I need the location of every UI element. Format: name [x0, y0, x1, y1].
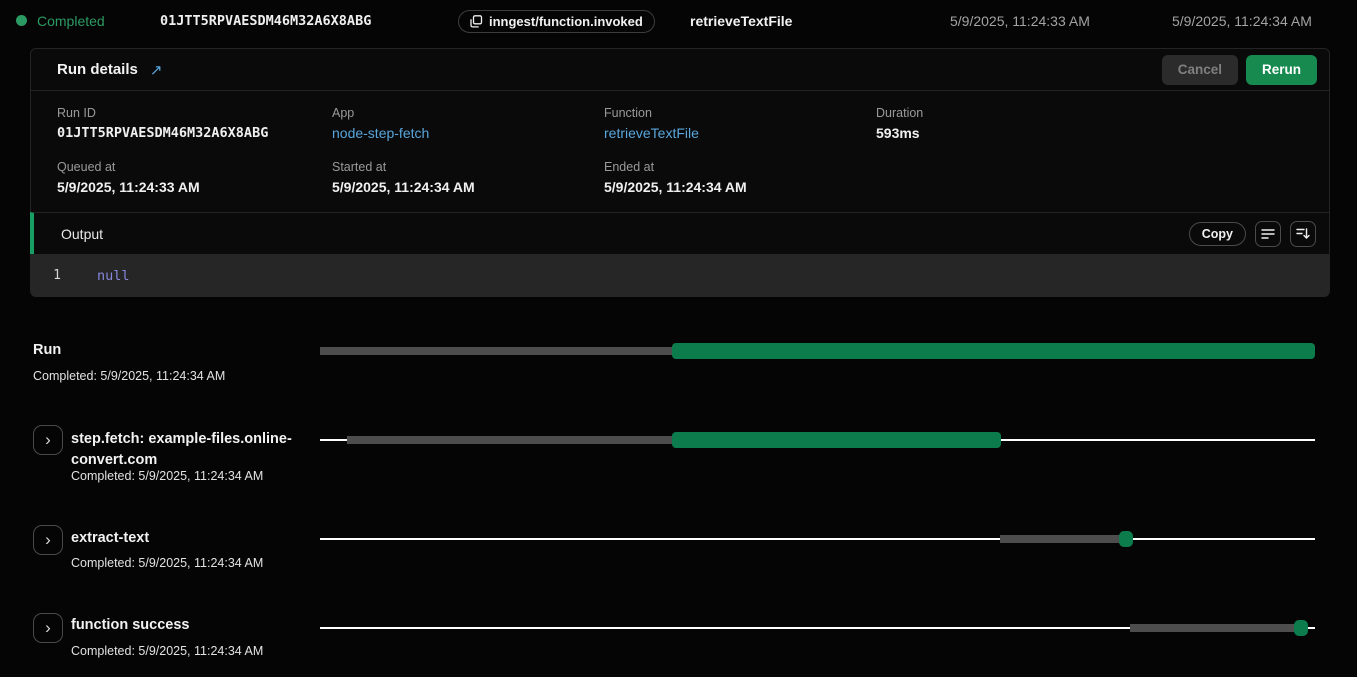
field-queued-at: Queued at 5/9/2025, 11:24:33 AM	[57, 160, 332, 195]
timeline-row-extract-text: › extract-text Completed: 5/9/2025, 11:2…	[0, 518, 1357, 578]
timeline-segment-dot	[1294, 620, 1308, 636]
output-actions: Copy	[1189, 221, 1316, 247]
chevron-right-icon: ›	[45, 531, 51, 548]
expand-row-button[interactable]: ›	[33, 613, 63, 643]
field-value: 01JTT5RPVAESDM46M32A6X8ABG	[57, 125, 332, 141]
timeline-segment-active	[672, 343, 1315, 359]
timeline-row-run: Run Completed: 5/9/2025, 11:24:34 AM	[0, 335, 1357, 390]
expand-output-icon[interactable]	[1290, 221, 1316, 247]
field-label: Ended at	[604, 160, 876, 174]
output-title: Output	[61, 226, 103, 242]
timeline-row-completed: Completed: 5/9/2025, 11:24:34 AM	[71, 644, 263, 658]
field-label: Queued at	[57, 160, 332, 174]
timeline-row-completed: Completed: 5/9/2025, 11:24:34 AM	[71, 556, 263, 570]
timeline-segment-queued	[1000, 535, 1120, 543]
field-label: App	[332, 106, 604, 120]
field-app: App node-step-fetch	[332, 106, 604, 141]
topbar-queued-timestamp: 5/9/2025, 11:24:33 AM	[950, 13, 1090, 29]
field-duration: Duration 593ms	[876, 106, 1329, 141]
field-label: Started at	[332, 160, 604, 174]
field-run-id: Run ID 01JTT5RPVAESDM46M32A6X8ABG	[57, 106, 332, 141]
timeline-segment-queued	[347, 436, 673, 444]
event-badge-label: inngest/function.invoked	[489, 14, 643, 29]
timeline-segment-queued	[320, 347, 674, 355]
timeline-row-name: step.fetch: example-files.online-convert…	[71, 429, 319, 471]
timeline-segment-queued	[1130, 624, 1295, 632]
field-label: Run ID	[57, 106, 332, 120]
field-value: 5/9/2025, 11:24:34 AM	[332, 179, 604, 195]
field-value: 5/9/2025, 11:24:34 AM	[604, 179, 876, 195]
chevron-right-icon: ›	[45, 619, 51, 636]
timeline-track	[320, 432, 1315, 448]
timeline-row-name: Run	[33, 342, 61, 358]
chevron-right-icon: ›	[45, 431, 51, 448]
status-dot-icon	[16, 15, 27, 26]
run-details-page: Completed 01JTT5RPVAESDM46M32A6X8ABG inn…	[0, 0, 1357, 677]
topbar-run-id: 01JTT5RPVAESDM46M32A6X8ABG	[160, 13, 371, 29]
app-link[interactable]: node-step-fetch	[332, 125, 604, 141]
word-wrap-icon[interactable]	[1255, 221, 1281, 247]
panel-title: Run details	[57, 61, 138, 78]
timeline-row-function-success: › function success Completed: 5/9/2025, …	[0, 606, 1357, 666]
field-started-at: Started at 5/9/2025, 11:24:34 AM	[332, 160, 604, 195]
expand-row-button[interactable]: ›	[33, 525, 63, 555]
status-label: Completed	[37, 13, 105, 29]
panel-header: Run details ↗ Cancel Rerun	[31, 49, 1329, 91]
copy-button[interactable]: Copy	[1189, 222, 1246, 246]
copy-icon	[470, 15, 483, 28]
topbar-function-name: retrieveTextFile	[690, 13, 792, 29]
timeline-track	[320, 620, 1315, 636]
field-value: 5/9/2025, 11:24:33 AM	[57, 179, 332, 195]
cancel-button[interactable]: Cancel	[1162, 55, 1238, 85]
top-bar: Completed 01JTT5RPVAESDM46M32A6X8ABG inn…	[0, 0, 1357, 42]
timeline-row-step-fetch: › step.fetch: example-files.online-conve…	[0, 420, 1357, 490]
timeline-row-name: function success	[71, 617, 189, 633]
field-function: Function retrieveTextFile	[604, 106, 876, 141]
event-badge[interactable]: inngest/function.invoked	[458, 10, 655, 33]
header-actions: Cancel Rerun	[1162, 55, 1317, 85]
details-grid: Run ID 01JTT5RPVAESDM46M32A6X8ABG App no…	[31, 91, 1329, 195]
run-details-panel: Run details ↗ Cancel Rerun Run ID 01JTT5…	[30, 48, 1330, 297]
field-value: 593ms	[876, 125, 1329, 141]
line-number: 1	[31, 268, 83, 283]
timeline-track	[320, 343, 1315, 359]
output-header: Output Copy	[30, 212, 1330, 254]
field-ended-at: Ended at 5/9/2025, 11:24:34 AM	[604, 160, 876, 195]
rerun-button[interactable]: Rerun	[1246, 55, 1317, 85]
topbar-ended-timestamp: 5/9/2025, 11:24:34 AM	[1172, 13, 1312, 29]
timeline-row-name: extract-text	[71, 530, 149, 546]
timeline-row-completed: Completed: 5/9/2025, 11:24:34 AM	[33, 369, 225, 383]
timeline-segment-dot	[1119, 531, 1133, 547]
output-code-area[interactable]: 1 null	[31, 254, 1329, 297]
timeline-baseline	[320, 538, 1315, 540]
output-code-value: null	[97, 268, 130, 284]
function-link[interactable]: retrieveTextFile	[604, 125, 876, 141]
external-link-icon[interactable]: ↗	[150, 61, 163, 79]
timeline-track	[320, 531, 1315, 547]
expand-row-button[interactable]: ›	[33, 425, 63, 455]
field-label: Function	[604, 106, 876, 120]
timeline-segment-active	[672, 432, 1000, 448]
field-label: Duration	[876, 106, 1329, 120]
timeline-row-completed: Completed: 5/9/2025, 11:24:34 AM	[71, 469, 263, 483]
